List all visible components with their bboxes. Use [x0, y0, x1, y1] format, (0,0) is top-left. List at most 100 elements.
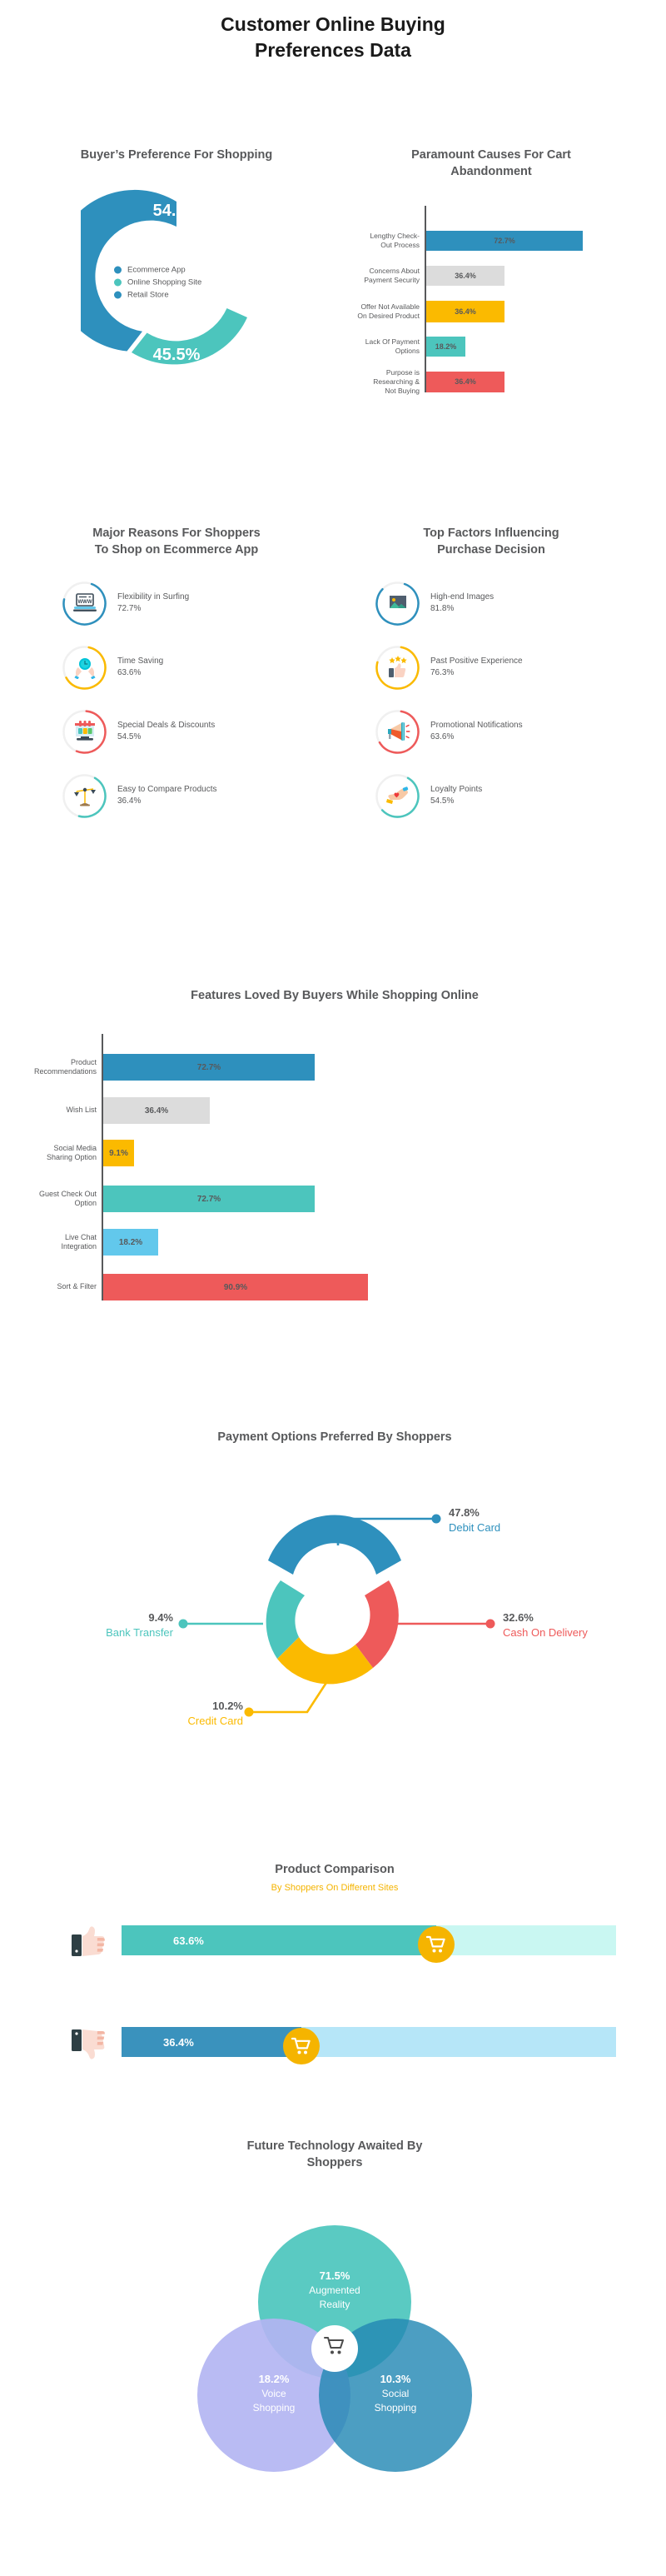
list-item-text: Flexibility in Surfing 72.7%: [117, 592, 189, 616]
legend-item-online-shopping-site: Online Shopping Site: [114, 278, 239, 287]
bar-track: 36.4%: [103, 1097, 649, 1125]
list-item-value: 81.8%: [430, 604, 455, 614]
list-item: Special Deals & Discounts 54.5%: [20, 709, 333, 755]
buyers-preference-donut-chart: 54.5% 45.5% Ecommerce App Online Shoppin…: [81, 187, 272, 378]
table-row: Product Recommendations 72.7%: [20, 1054, 649, 1081]
bar-label: Sort & Filter: [57, 1282, 97, 1291]
legend-label: Retail Store: [127, 290, 169, 300]
bar-track: 72.7%: [426, 230, 649, 251]
callout-label: Credit Card: [187, 1714, 243, 1727]
callout-label: Cash On Delivery: [503, 1625, 588, 1639]
table-row: 63.6%: [20, 1921, 649, 1964]
hands-clock-icon: [62, 645, 107, 691]
icon-ring-wrapper: [375, 581, 420, 627]
bar-track: 72.7%: [103, 1054, 649, 1081]
list-item-value: 54.5%: [430, 796, 455, 806]
bar-fill: 18.2%: [426, 336, 465, 357]
table-row: Lengthy Check- Out Process 72.7%: [333, 230, 649, 251]
bar-fill: 18.2%: [103, 1229, 158, 1256]
bar-track: 36.4%: [426, 265, 649, 286]
title-line2: Abandonment: [450, 165, 532, 179]
bar-value: 36.4%: [455, 307, 476, 316]
bar-label: Product Recommendations: [33, 1057, 97, 1076]
legend-item-retail-store: Retail Store: [114, 291, 239, 300]
thumbs-down-icon: [70, 2021, 117, 2068]
venn-name-line1: Voice: [261, 2387, 286, 2399]
list-item-value: 63.6%: [430, 732, 455, 742]
venn-value: 10.3%: [380, 2372, 411, 2385]
page-title-line2: Preferences Data: [255, 39, 411, 62]
table-row: Lack Of Payment Options 18.2%: [333, 336, 649, 357]
venn-value: 71.5%: [319, 2269, 350, 2282]
donut-legend: Ecommerce App Online Shopping Site Retai…: [114, 262, 239, 303]
bar-fill: 63.6%: [122, 1925, 436, 1956]
icon-ring-wrapper: [375, 709, 420, 755]
venn-label-social-shopping: 10.3% Social Shopping: [345, 2372, 445, 2415]
bar-track: 36.4%: [426, 371, 649, 392]
buyers-preference-title: Buyer’s Preference For Shopping: [80, 148, 273, 162]
section-cart-abandonment: Paramount Causes For Cart Abandonment Le…: [333, 147, 649, 399]
list-item: WWW Flexibility in Surfing 72.7%: [20, 581, 333, 627]
bar-fill: 72.7%: [103, 1186, 315, 1213]
shopping-cart-icon: [283, 2028, 320, 2065]
list-item-label: Special Deals & Discounts: [117, 720, 216, 730]
leader-dot-cash-on-delivery: [485, 1619, 495, 1629]
bar-track: 90.9%: [103, 1274, 649, 1301]
bar-label: Lack Of Payment Options: [365, 337, 420, 355]
list-item-label: Loyalty Points: [430, 784, 483, 794]
laptop-www-icon: WWW: [62, 581, 107, 627]
list-item-value: 36.4%: [117, 796, 142, 806]
legend-label: Online Shopping Site: [127, 277, 202, 287]
bar-value: 36.4%: [163, 2035, 194, 2049]
venn-hub: [311, 2324, 358, 2372]
list-item: High-end Images 81.8%: [333, 581, 649, 627]
bar-value: 18.2%: [118, 1237, 143, 1247]
list-item-value: 54.5%: [117, 732, 142, 742]
table-row: 36.4%: [20, 2023, 649, 2065]
bar-label: Concerns About Payment Security: [364, 266, 420, 284]
table-row: Sort & Filter 90.9%: [20, 1274, 649, 1301]
list-item-label: Easy to Compare Products: [117, 784, 217, 794]
thumbs-up-stars-icon: [375, 645, 420, 691]
venn-name-line2: Shopping: [374, 2401, 417, 2414]
bar-value: 9.1%: [109, 1148, 128, 1158]
hand-heart-icon: [375, 773, 420, 819]
donut-slice-debit-card: [268, 1515, 401, 1575]
page-title: Customer Online Buying Preferences Data: [0, 12, 666, 63]
bar-label: Live Chat Integration: [61, 1232, 97, 1251]
thumbs-up-icon: [70, 1920, 117, 1966]
venn-name-line2: Reality: [319, 2298, 350, 2310]
table-row: Live Chat Integration 18.2%: [20, 1229, 649, 1256]
bar-track: 18.2%: [103, 1229, 649, 1256]
icon-ring-wrapper: [62, 773, 107, 819]
bar-fill: 36.4%: [426, 371, 504, 392]
bar-value: 36.4%: [455, 271, 476, 280]
leader-dot-debit-card: [431, 1514, 441, 1524]
bar-label: Lengthy Check- Out Process: [370, 231, 420, 249]
table-row: Guest Check Out Option 72.7%: [20, 1186, 649, 1213]
venn-label-voice-shopping: 18.2% Voice Shopping: [224, 2372, 324, 2415]
donut-value-online-shopping-site: 45.5%: [152, 346, 201, 365]
venn-name-line1: Social: [381, 2387, 410, 2399]
icon-ring-wrapper: [375, 645, 420, 691]
bar-value: 63.6%: [173, 1934, 204, 1947]
section-buyers-preference: Buyer’s Preference For Shopping 54.5% 45…: [20, 147, 333, 378]
cart-abandonment-title: Paramount Causes For Cart Abandonment: [333, 147, 649, 181]
bar-fill: 90.9%: [103, 1274, 368, 1301]
list-item-text: High-end Images 81.8%: [430, 592, 494, 616]
callout-value: 9.4%: [148, 1611, 173, 1625]
list-item: Time Saving 63.6%: [20, 645, 333, 691]
photo-icon: [375, 581, 420, 627]
list-item-value: 63.6%: [117, 668, 142, 678]
list-item-text: Special Deals & Discounts 54.5%: [117, 720, 215, 744]
callout-credit-card: 10.2% Credit Card: [152, 1699, 243, 1728]
callout-value: 10.2%: [212, 1700, 243, 1713]
list-item-label: Promotional Notifications: [430, 720, 523, 730]
bar-track: 63.6%: [122, 1925, 616, 1964]
product-comparison-title: Product Comparison: [275, 1863, 395, 1876]
callout-bank-transfer: 9.4% Bank Transfer: [45, 1610, 173, 1640]
bar-fill: 36.4%: [103, 1097, 210, 1125]
shopping-cart-icon: [418, 1926, 455, 1964]
top-factors-list: High-end Images 81.8% Past Positive Expe…: [333, 581, 649, 819]
payment-options-donut-chart: 47.8% Debit Card 32.6% Cash On Delivery …: [20, 1454, 649, 1729]
